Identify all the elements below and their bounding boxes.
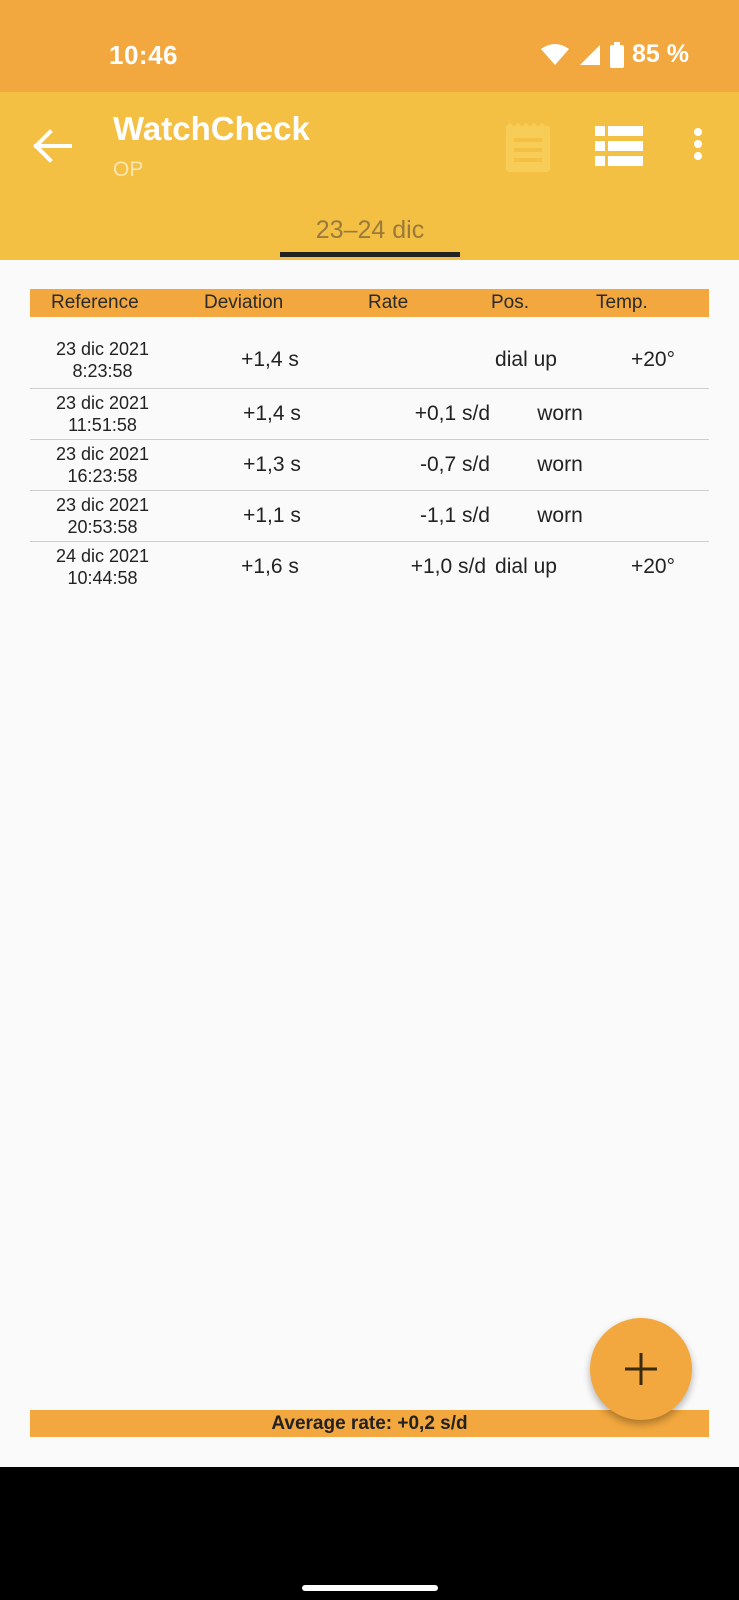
row-date: 23 dic 2021 <box>55 495 150 515</box>
row-time: 20:53:58 <box>67 517 138 537</box>
row-rate: -1,1 s/d <box>419 504 490 527</box>
row-position: dial up <box>495 348 557 371</box>
system-navigation-bar <box>0 1467 739 1600</box>
list-icon <box>595 126 643 170</box>
more-options-button[interactable] <box>686 126 710 166</box>
tab-date-range[interactable]: 23–24 dic <box>280 216 460 245</box>
row-reference: 23 dic 2021 8:23:58 <box>30 338 175 382</box>
battery-percent: 85 % <box>632 40 689 68</box>
row-deviation: +1,4 s <box>241 348 299 371</box>
header-temperature: Temp. <box>596 292 648 313</box>
header-deviation: Deviation <box>204 292 284 313</box>
header-rate: Rate <box>368 292 409 313</box>
row-position: worn <box>537 504 583 527</box>
row-time: 10:44:58 <box>67 568 138 588</box>
measurements-content: Reference Deviation Rate Pos. Temp. 23 d… <box>0 260 739 1467</box>
table-row[interactable]: 23 dic 2021 20:53:58 +1,1 s -1,1 s/d wor… <box>30 491 709 542</box>
row-date: 23 dic 2021 <box>55 339 150 359</box>
row-deviation: +1,4 s <box>243 402 301 425</box>
status-time: 10:46 <box>109 40 178 70</box>
row-date: 23 dic 2021 <box>55 444 150 464</box>
tab-indicator <box>280 252 460 257</box>
row-reference: 23 dic 2021 20:53:58 <box>30 494 175 538</box>
row-deviation: +1,1 s <box>243 504 301 527</box>
row-deviation: +1,6 s <box>241 555 299 578</box>
row-rate: -0,7 s/d <box>419 453 490 476</box>
table-header: Reference Deviation Rate Pos. Temp. <box>30 289 709 317</box>
row-reference: 23 dic 2021 11:51:58 <box>30 392 175 436</box>
measurement-rows: 23 dic 2021 8:23:58 +1,4 s dial up +20° … <box>30 332 709 592</box>
row-position: worn <box>537 453 583 476</box>
table-row[interactable]: 24 dic 2021 10:44:58 +1,6 s +1,0 s/d dia… <box>30 542 709 592</box>
row-temperature: +20° <box>630 555 676 578</box>
battery-icon <box>610 41 625 68</box>
tab-bar: 23–24 dic <box>0 198 739 260</box>
notepad-icon <box>502 122 554 178</box>
header-position: Pos. <box>491 292 530 313</box>
status-bar: 10:46 85 % <box>0 0 739 92</box>
row-deviation: +1,3 s <box>243 453 301 476</box>
back-button[interactable] <box>30 128 74 164</box>
row-reference: 23 dic 2021 16:23:58 <box>30 443 175 487</box>
row-reference: 24 dic 2021 10:44:58 <box>30 545 175 589</box>
home-gesture-pill[interactable] <box>302 1585 438 1591</box>
row-time: 16:23:58 <box>67 466 138 486</box>
app-bar: WatchCheck OP <box>0 92 739 198</box>
row-time: 11:51:58 <box>68 415 137 435</box>
table-row[interactable]: 23 dic 2021 8:23:58 +1,4 s dial up +20° <box>30 332 709 389</box>
table-row[interactable]: 23 dic 2021 16:23:58 +1,3 s -0,7 s/d wor… <box>30 440 709 491</box>
row-position: worn <box>537 402 583 425</box>
status-icons: 85 % <box>540 40 689 69</box>
row-time: 8:23:58 <box>72 361 133 381</box>
average-rate-bar: Average rate: +0,2 s/d <box>30 1410 709 1437</box>
arrow-left-icon <box>30 129 74 168</box>
wifi-icon <box>540 43 570 67</box>
row-rate: +0,1 s/d <box>414 402 490 425</box>
more-vert-icon <box>686 128 710 170</box>
add-measurement-button[interactable] <box>590 1318 692 1420</box>
row-date: 23 dic 2021 <box>55 393 150 413</box>
list-view-button[interactable] <box>595 126 643 166</box>
row-date: 24 dic 2021 <box>55 546 150 566</box>
table-row[interactable]: 23 dic 2021 11:51:58 +1,4 s +0,1 s/d wor… <box>30 389 709 440</box>
notes-button[interactable] <box>502 120 554 174</box>
cell-signal-icon <box>578 43 602 67</box>
app-subtitle: OP <box>113 158 144 181</box>
row-temperature: +20° <box>630 348 676 371</box>
header-reference: Reference <box>51 292 139 313</box>
app-title: WatchCheck <box>113 110 310 147</box>
row-position: dial up <box>495 555 557 578</box>
